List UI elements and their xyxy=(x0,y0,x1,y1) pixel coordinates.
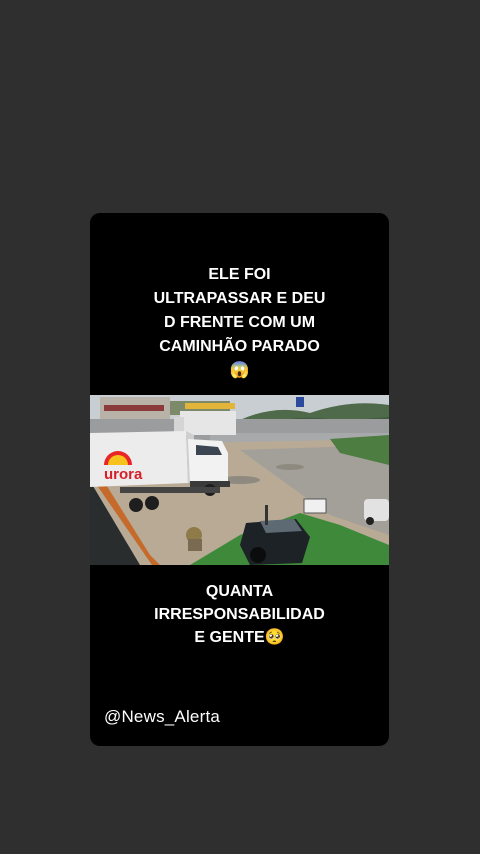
account-handle[interactable]: @News_Alerta xyxy=(104,707,220,727)
truck-brand-text: urora xyxy=(104,466,143,483)
bottom-caption-line-2: IRRESPONSABILIDAD xyxy=(154,606,325,623)
video-frame[interactable]: urora xyxy=(90,395,389,565)
top-caption-line-3: D FRENTE COM UM xyxy=(163,314,316,331)
bottom-caption: QUANTA IRRESPONSABILIDAD E GENTE🥺 xyxy=(90,580,389,649)
top-caption-line-4: CAMINHÃO PARADO xyxy=(159,338,320,355)
highway-cctv-scene: urora xyxy=(90,395,389,565)
top-caption-line-1: ELE FOI xyxy=(208,266,271,283)
top-caption: ELE FOI ULTRAPASSAR E DEU D FRENTE COM U… xyxy=(90,263,389,383)
story-card[interactable]: ELE FOI ULTRAPASSAR E DEU D FRENTE COM U… xyxy=(90,213,389,746)
bottom-caption-line-1: QUANTA xyxy=(205,583,274,600)
bottom-caption-line-3: E GENTE🥺 xyxy=(194,629,285,646)
top-caption-line-2: ULTRAPASSAR E DEU xyxy=(153,290,326,307)
scream-emoji: 😱 xyxy=(229,362,250,379)
